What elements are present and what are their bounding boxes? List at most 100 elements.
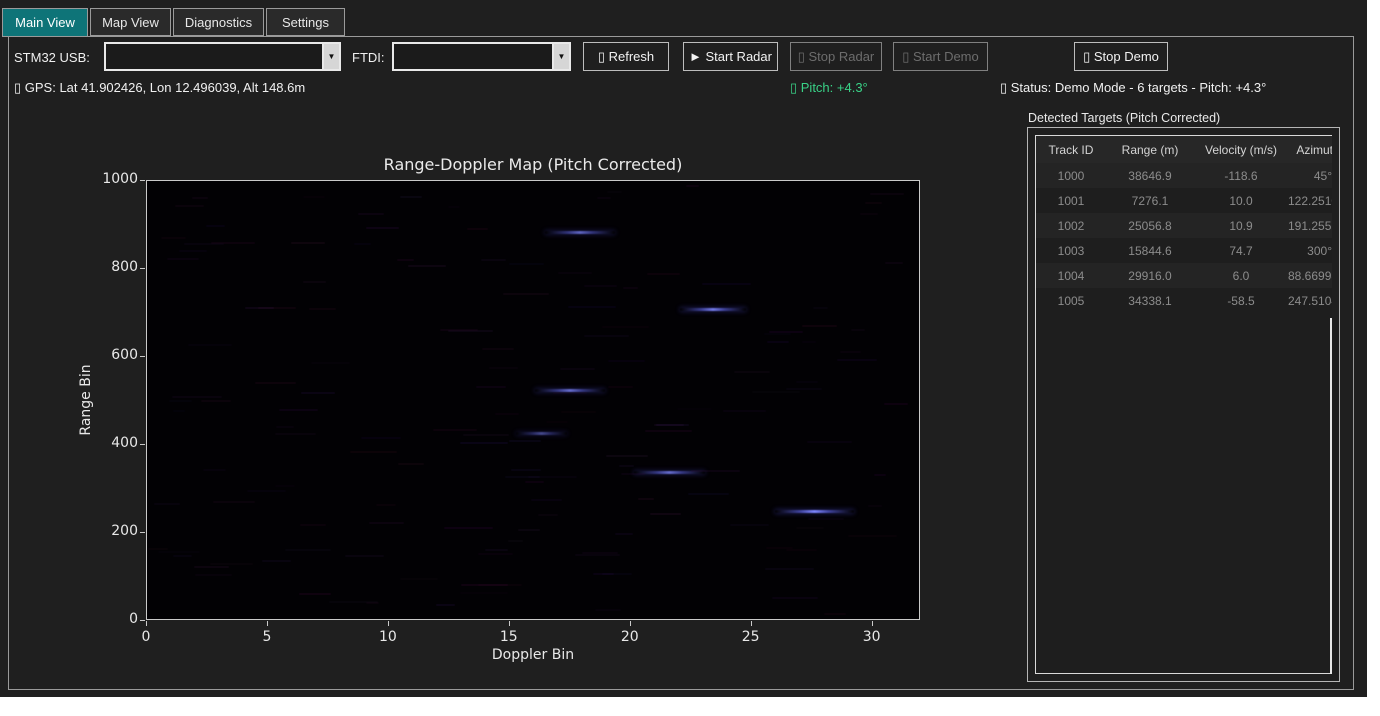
table-scrollbar-track[interactable]	[1330, 318, 1332, 674]
noise-speck	[460, 592, 508, 594]
target-streak	[775, 510, 855, 513]
refresh-button[interactable]: ▯ Refresh	[583, 42, 669, 71]
noise-speck	[300, 524, 326, 526]
tab-map-view[interactable]: Map View	[90, 8, 171, 36]
stm32-usb-combobox[interactable]: ▼	[104, 42, 341, 71]
demo-status-text: ▯ Status: Demo Mode - 6 targets - Pitch:…	[1000, 80, 1266, 96]
noise-speck	[495, 413, 519, 415]
tab-diagnostics[interactable]: Diagnostics	[173, 8, 264, 36]
table-row[interactable]: 100225056.810.9191.2552	[1036, 213, 1332, 238]
x-tick-label: 15	[500, 629, 518, 645]
noise-speck	[615, 533, 633, 535]
y-tick-label: 800	[98, 259, 138, 275]
noise-speck	[188, 344, 231, 346]
noise-speck	[463, 434, 510, 436]
noise-speck	[172, 396, 222, 398]
noise-speck	[279, 409, 318, 411]
noise-speck	[509, 440, 541, 442]
tab-main-view[interactable]: Main View	[2, 8, 88, 37]
noise-speck	[654, 424, 684, 426]
header-velocity: Velocity (m/s)	[1194, 143, 1288, 157]
table-cell: 88.66998	[1288, 269, 1332, 283]
noise-speck	[366, 602, 380, 604]
noise-speck	[518, 529, 540, 531]
noise-speck	[489, 367, 519, 369]
noise-speck	[865, 202, 881, 204]
start-demo-button[interactable]: ▯ Start Demo	[893, 42, 988, 71]
noise-speck	[467, 228, 488, 230]
tab-settings[interactable]: Settings	[266, 8, 345, 36]
table-cell: 29916.0	[1106, 269, 1194, 283]
table-row[interactable]: 100315844.674.7300°	[1036, 238, 1332, 263]
x-tick-label: 0	[142, 629, 151, 645]
noise-speck	[179, 250, 207, 252]
noise-speck	[262, 560, 291, 562]
table-row[interactable]: 100038646.9-118.645°	[1036, 163, 1332, 188]
table-cell: 1003	[1036, 244, 1106, 258]
x-tick-mark	[509, 621, 510, 626]
noise-speck	[584, 285, 617, 287]
noise-speck	[184, 243, 224, 245]
noise-speck	[175, 205, 204, 207]
target-streak	[516, 432, 567, 435]
y-tick-mark	[140, 356, 145, 357]
noise-speck	[824, 613, 846, 615]
noise-speck	[691, 470, 740, 472]
noise-speck	[686, 185, 699, 187]
range-doppler-heatmap[interactable]	[146, 180, 920, 620]
x-tick-mark	[146, 621, 147, 626]
table-cell: -118.6	[1194, 169, 1288, 183]
ftdi-combobox[interactable]: ▼	[392, 42, 571, 71]
stop-demo-button[interactable]: ▯ Stop Demo	[1074, 42, 1168, 71]
noise-speck	[813, 307, 828, 309]
noise-speck	[194, 566, 228, 568]
noise-speck	[786, 549, 817, 551]
table-cell: 25056.8	[1106, 219, 1194, 233]
noise-speck	[807, 441, 852, 443]
y-tick-mark	[140, 620, 145, 621]
noise-speck	[647, 273, 680, 275]
noise-speck	[309, 308, 336, 310]
noise-speck	[621, 473, 645, 475]
table-cell: 10.0	[1194, 194, 1288, 208]
noise-speck	[169, 400, 192, 402]
noise-speck	[173, 410, 185, 412]
noise-speck	[158, 551, 200, 553]
table-row[interactable]: 100534338.1-58.5247.5104	[1036, 288, 1332, 313]
y-tick-label: 400	[98, 435, 138, 451]
noise-speck	[597, 197, 611, 199]
noise-speck	[808, 518, 844, 520]
table-cell: 34338.1	[1106, 294, 1194, 308]
ftdi-combobox-dropdown-button[interactable]: ▼	[552, 44, 569, 69]
noise-speck	[766, 547, 792, 549]
table-row[interactable]: 10017276.110.0122.2510	[1036, 188, 1332, 213]
noise-speck	[851, 329, 865, 331]
x-tick-label: 30	[863, 629, 881, 645]
noise-speck	[213, 501, 255, 503]
targets-table[interactable]: Track ID Range (m) Velocity (m/s) Azimut…	[1035, 135, 1332, 674]
noise-speck	[509, 263, 544, 265]
gps-status-text: ▯ GPS: Lat 41.902426, Lon 12.496039, Alt…	[14, 80, 305, 96]
noise-speck	[461, 584, 508, 586]
stop-radar-button[interactable]: ▯ Stop Radar	[790, 42, 882, 71]
noise-speck	[247, 490, 286, 492]
table-cell: 1000	[1036, 169, 1106, 183]
x-tick-mark	[630, 621, 631, 626]
noise-speck	[436, 604, 455, 606]
noise-speck	[870, 193, 903, 195]
table-cell: 300°	[1288, 244, 1332, 258]
start-radar-button[interactable]: ► Start Radar	[683, 42, 778, 71]
noise-speck	[837, 359, 878, 361]
stm32-usb-label: STM32 USB:	[14, 50, 90, 65]
noise-speck	[619, 465, 634, 467]
noise-speck	[485, 549, 508, 551]
noise-speck	[285, 549, 330, 551]
noise-speck	[448, 330, 493, 332]
noise-speck	[276, 426, 294, 428]
table-cell: 1004	[1036, 269, 1106, 283]
table-row[interactable]: 100429916.06.088.66998	[1036, 263, 1332, 288]
noise-speck	[593, 573, 615, 575]
noise-speck	[481, 259, 507, 261]
table-cell: 15844.6	[1106, 244, 1194, 258]
stm32-combobox-dropdown-button[interactable]: ▼	[322, 44, 339, 69]
